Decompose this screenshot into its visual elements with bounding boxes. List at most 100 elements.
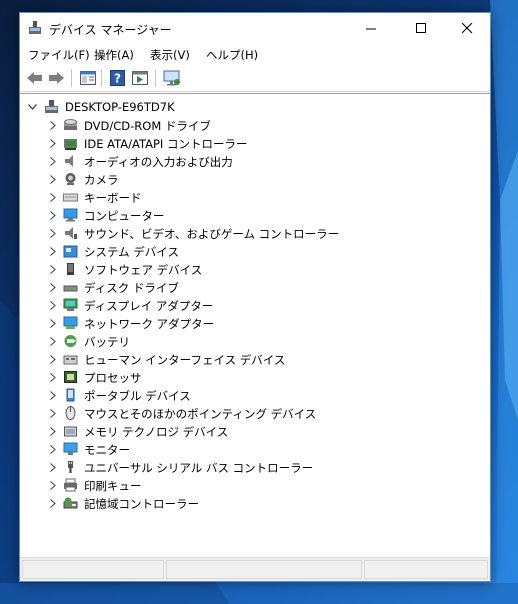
show-hidden-icon bbox=[131, 71, 148, 85]
battery-icon bbox=[64, 335, 77, 347]
tree-item-label: ヒューマン インターフェイス デバイス bbox=[84, 353, 286, 367]
tree-item[interactable]: ヒューマン インターフェイス デバイス bbox=[20, 350, 490, 368]
tree-item-label: ネットワーク アダプター bbox=[84, 317, 215, 331]
hid-icon bbox=[63, 355, 78, 365]
help-button[interactable]: ? bbox=[108, 69, 127, 87]
status-bar bbox=[20, 558, 490, 581]
tree-item[interactable]: 印刷キュー bbox=[20, 476, 490, 494]
expand-toggle[interactable] bbox=[48, 479, 58, 491]
expand-toggle[interactable] bbox=[48, 191, 58, 203]
expand-toggle[interactable] bbox=[48, 497, 58, 509]
tree-item[interactable]: マウスとそのほかのポインティング デバイス bbox=[20, 404, 490, 422]
tree-item[interactable]: ポータブル デバイス bbox=[20, 386, 490, 404]
properties-view-icon bbox=[79, 71, 96, 85]
close-button[interactable] bbox=[444, 13, 490, 44]
software-device-icon bbox=[67, 263, 74, 275]
expand-toggle[interactable] bbox=[48, 407, 58, 419]
toolbar-separator bbox=[155, 69, 156, 87]
mouse-icon bbox=[65, 406, 76, 420]
tree-item[interactable]: ユニバーサル シリアル バス コントローラー bbox=[20, 458, 490, 476]
chevron-right-icon bbox=[50, 318, 56, 328]
tree-item[interactable]: メモリ テクノロジ デバイス bbox=[20, 422, 490, 440]
scan-hardware-button[interactable] bbox=[162, 69, 181, 87]
tree-item[interactable]: ディスプレイ アダプター bbox=[20, 296, 490, 314]
tree-item-label: キーボード bbox=[84, 191, 142, 205]
tree-item[interactable]: システム デバイス bbox=[20, 242, 490, 260]
status-pane-1 bbox=[22, 560, 164, 579]
expand-toggle[interactable] bbox=[48, 155, 58, 167]
status-pane-2 bbox=[166, 560, 362, 579]
tree-item[interactable]: バッテリ bbox=[20, 332, 490, 350]
expand-toggle[interactable] bbox=[48, 317, 58, 329]
chevron-right-icon bbox=[50, 120, 56, 130]
menu-view[interactable]: 表示(V) bbox=[150, 47, 190, 63]
collapse-toggle[interactable] bbox=[27, 101, 37, 113]
tree-item[interactable]: ディスク ドライブ bbox=[20, 278, 490, 296]
toolbar: ? bbox=[20, 65, 490, 92]
tree-item[interactable]: プロセッサ bbox=[20, 368, 490, 386]
expand-toggle[interactable] bbox=[48, 443, 58, 455]
dvd-drive-icon bbox=[64, 119, 77, 130]
expand-toggle[interactable] bbox=[48, 245, 58, 257]
tree-item[interactable]: オーディオの入力および出力 bbox=[20, 152, 490, 170]
toolbar-separator bbox=[101, 69, 102, 87]
tree-root[interactable]: DESKTOP-E96TD7K bbox=[20, 98, 490, 116]
expand-toggle[interactable] bbox=[48, 173, 58, 185]
root-label: DESKTOP-E96TD7K bbox=[65, 100, 175, 114]
tree-item[interactable]: 記憶域コントローラー bbox=[20, 494, 490, 512]
expand-toggle[interactable] bbox=[48, 299, 58, 311]
tree-item[interactable]: モニター bbox=[20, 440, 490, 458]
tree-item[interactable]: キーボード bbox=[20, 188, 490, 206]
tree-item[interactable]: サウンド、ビデオ、およびゲーム コントローラー bbox=[20, 224, 490, 242]
chevron-right-icon bbox=[50, 336, 56, 346]
usb-icon bbox=[68, 461, 73, 473]
maximize-button[interactable] bbox=[398, 13, 444, 44]
chevron-right-icon bbox=[50, 390, 56, 400]
forward-button[interactable] bbox=[47, 69, 66, 87]
chevron-right-icon bbox=[50, 408, 56, 418]
expand-toggle[interactable] bbox=[48, 335, 58, 347]
system-device-icon bbox=[63, 245, 78, 258]
tree-item-label: 記憶域コントローラー bbox=[84, 497, 199, 511]
expand-toggle[interactable] bbox=[48, 425, 58, 437]
menu-help[interactable]: ヘルプ(H) bbox=[206, 47, 258, 63]
tree-item[interactable]: カメラ bbox=[20, 170, 490, 188]
menu-file[interactable]: ファイル(F) bbox=[28, 47, 90, 63]
device-manager-window: デバイス マネージャー ファイル(F) 操作(A) 表示(V) ヘルプ(H) ?… bbox=[19, 12, 491, 582]
tree-item-label: マウスとそのほかのポインティング デバイス bbox=[84, 407, 317, 421]
expand-toggle[interactable] bbox=[48, 263, 58, 275]
properties-view-button[interactable] bbox=[78, 69, 97, 87]
expand-toggle[interactable] bbox=[48, 353, 58, 365]
expand-toggle[interactable] bbox=[48, 137, 58, 149]
toolbar-separator bbox=[71, 69, 72, 87]
tree-item[interactable]: IDE ATA/ATAPI コントローラー bbox=[20, 134, 490, 152]
tree-item[interactable]: ネットワーク アダプター bbox=[20, 314, 490, 332]
tree-item[interactable]: ソフトウェア デバイス bbox=[20, 260, 490, 278]
chevron-right-icon bbox=[50, 354, 56, 364]
tree-item-label: モニター bbox=[84, 443, 130, 457]
tree-item-label: カメラ bbox=[84, 173, 119, 187]
menu-action[interactable]: 操作(A) bbox=[94, 47, 134, 63]
tree-item[interactable]: DVD/CD-ROM ドライブ bbox=[20, 116, 490, 134]
tree-item-label: システム デバイス bbox=[84, 245, 179, 259]
tree-item[interactable]: コンピューター bbox=[20, 206, 490, 224]
expand-toggle[interactable] bbox=[48, 119, 58, 131]
expand-toggle[interactable] bbox=[48, 227, 58, 239]
tree-item-label: DVD/CD-ROM ドライブ bbox=[84, 119, 211, 133]
show-hidden-button[interactable] bbox=[130, 69, 149, 87]
chevron-down-icon bbox=[27, 104, 37, 110]
chevron-right-icon bbox=[50, 246, 56, 256]
back-icon bbox=[27, 72, 42, 84]
expand-toggle[interactable] bbox=[48, 461, 58, 473]
help-icon: ? bbox=[110, 70, 125, 86]
back-button[interactable] bbox=[25, 69, 44, 87]
minimize-icon bbox=[365, 28, 376, 30]
camera-icon bbox=[65, 173, 76, 185]
expand-toggle[interactable] bbox=[48, 389, 58, 401]
expand-toggle[interactable] bbox=[48, 371, 58, 383]
minimize-button[interactable] bbox=[348, 13, 394, 44]
expand-toggle[interactable] bbox=[48, 209, 58, 221]
status-pane-3 bbox=[364, 560, 488, 579]
expand-toggle[interactable] bbox=[48, 281, 58, 293]
tree-item-label: ユニバーサル シリアル バス コントローラー bbox=[84, 461, 314, 475]
